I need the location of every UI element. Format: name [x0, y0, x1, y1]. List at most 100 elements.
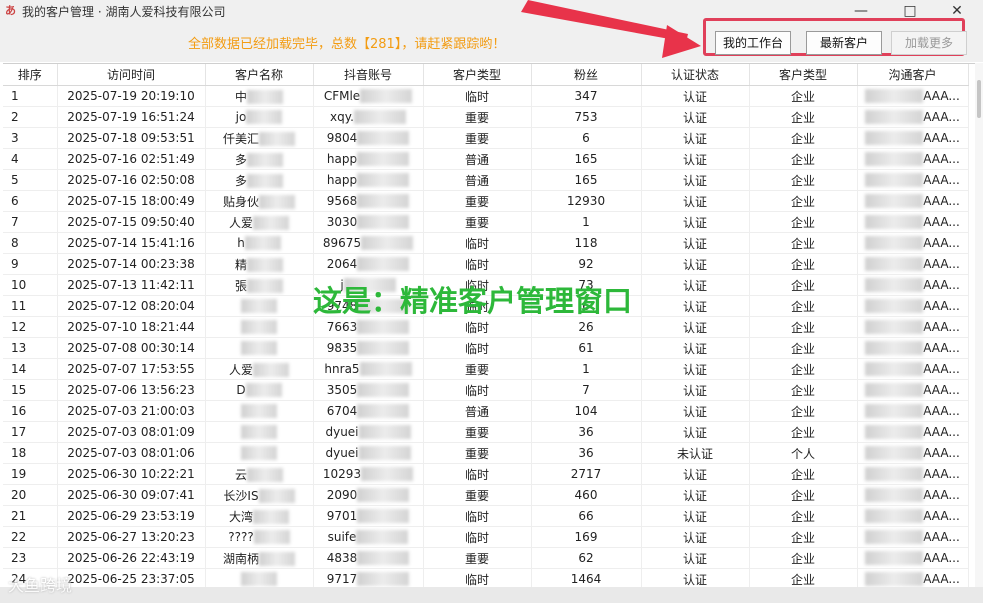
table-cell: 2025-07-15 09:50:40 [57, 211, 206, 233]
column-header[interactable]: 客户名称 [205, 64, 314, 86]
watermark: 大鱼跨境 [8, 576, 73, 595]
table-cell: 1 [531, 211, 642, 233]
table-row[interactable]: 4 2025-07-16 02:51:49 多 happ 普通 165 认证 企业 AAA... [3, 148, 969, 170]
table-row[interactable]: 8 2025-07-14 15:41:16 h 89675 临时 118 认证 企业 AAA..… [3, 232, 969, 254]
table-cell: 10293 [313, 463, 424, 485]
column-header[interactable]: 访问时间 [57, 64, 206, 86]
table-cell: 认证 [641, 106, 750, 128]
redacted-blur [865, 425, 924, 440]
table-cell: 中 [205, 85, 314, 107]
redacted-blur [361, 467, 414, 482]
table-cell: 2025-06-27 13:20:23 [57, 526, 206, 548]
table-row[interactable]: 24 2025-06-25 23:37:05 9717 临时 1464 认证 企业 AAA..… [3, 568, 969, 588]
table-cell: xqy. [313, 106, 424, 128]
table-row[interactable]: 16 2025-07-03 21:00:03 6704 普通 104 认证 企业 AAA... [3, 400, 969, 422]
table-cell: 普通 [423, 400, 532, 422]
table-row[interactable]: 2 2025-07-19 16:51:24 jo xqy. 重要 753 认证 企业 AAA..… [3, 106, 969, 128]
table-cell: 17 [3, 421, 58, 443]
table-cell: AAA... [857, 232, 969, 254]
table-cell: 湖南柄 [205, 547, 314, 569]
redacted-blur [246, 110, 283, 125]
table-cell: 企业 [749, 232, 858, 254]
column-header[interactable]: 客户类型 [423, 64, 532, 86]
load-more-button[interactable]: 加载更多 [891, 31, 967, 55]
redacted-blur [357, 488, 410, 503]
table-cell: 企业 [749, 148, 858, 170]
table-cell: 认证 [641, 463, 750, 485]
table-cell: AAA... [857, 148, 969, 170]
table-row[interactable]: 23 2025-06-26 22:43:19 湖南柄 4838 重要 62 认证 企业 AAA.… [3, 547, 969, 569]
table-row[interactable]: 13 2025-07-08 00:30:14 9835 临时 61 认证 企业 AAA... [3, 337, 969, 359]
table-row[interactable]: 18 2025-07-03 08:01:06 dyuei 重要 36 未认证 个人 AAA..… [3, 442, 969, 464]
table-row[interactable]: 22 2025-06-27 13:20:23???? suife 临时 169 认证 企业 A… [3, 526, 969, 548]
scrollbar-thumb[interactable] [977, 80, 981, 118]
table-cell: 认证 [641, 421, 750, 443]
table-row[interactable]: 5 2025-07-16 02:50:08 多 happ 普通 165 认证 企业 AAA... [3, 169, 969, 191]
table-row[interactable]: 3 2025-07-18 09:53:51 仟美汇 9804 重要 6 认证 企业 AAA... [3, 127, 969, 149]
redacted-blur [357, 509, 410, 524]
table-cell: 重要 [423, 127, 532, 149]
table-row[interactable]: 15 2025-07-06 13:56:23 D 3505 临时 7 认证 企业 AAA... [3, 379, 969, 401]
redacted-blur [357, 572, 410, 587]
table-cell: 多 [205, 169, 314, 191]
table-cell: 15 [3, 379, 58, 401]
table-cell: 认证 [641, 295, 750, 317]
new-customers-button[interactable]: 最新客户 [806, 31, 882, 55]
table-row[interactable]: 14 2025-07-07 17:53:55 人爱 hnra5 重要 1 认证 企业 AAA..… [3, 358, 969, 380]
table-cell: 18 [3, 442, 58, 464]
table-cell: 104 [531, 400, 642, 422]
table-row[interactable]: 6 2025-07-15 18:00:49 贴身伙 9568 重要 12930 认证 企业 AA… [3, 190, 969, 212]
table-cell: 2025-07-10 18:21:44 [57, 316, 206, 338]
vertical-scrollbar[interactable] [975, 63, 983, 603]
table-row[interactable]: 9 2025-07-14 00:23:38 精 2064 临时 92 认证 企业 AAA... [3, 253, 969, 275]
redacted-blur [253, 530, 290, 545]
redacted-blur [247, 153, 283, 167]
redacted-blur [357, 320, 410, 335]
table-cell: 企业 [749, 190, 858, 212]
redacted-blur [253, 363, 289, 377]
table-cell: 2025-07-06 13:56:23 [57, 379, 206, 401]
column-header[interactable]: 抖音账号 [313, 64, 424, 86]
table-row[interactable]: 17 2025-07-03 08:01:09 dyuei 重要 36 认证 企业 AAA... [3, 421, 969, 443]
table-row[interactable]: 7 2025-07-15 09:50:40 人爱 3030 重要 1 认证 企业 AAA... [3, 211, 969, 233]
table-cell: 企业 [749, 295, 858, 317]
column-header[interactable]: 认证状态 [641, 64, 750, 86]
table-row[interactable]: 20 2025-06-30 09:07:41 长沙IS 2090 重要 460 认证 企业 AA… [3, 484, 969, 506]
redacted-blur [357, 152, 410, 167]
table-cell: 企业 [749, 85, 858, 107]
table-cell: 66 [531, 505, 642, 527]
redacted-blur [357, 131, 410, 146]
table-cell: 企业 [749, 400, 858, 422]
table-cell: 认证 [641, 148, 750, 170]
table-header-row: 排序 访问时间 客户名称 抖音账号 客户类型 粉丝 认证状态 客户类型 沟通客户 [3, 64, 969, 86]
column-header[interactable]: 排序 [3, 64, 58, 86]
customer-table: 排序 访问时间 客户名称 抖音账号 客户类型 粉丝 认证状态 客户类型 沟通客户 1 2025-0… [3, 63, 975, 588]
table-row[interactable]: 21 2025-06-29 23:53:19 大湾 9701 临时 66 认证 企业 AAA..… [3, 505, 969, 527]
table-cell [205, 295, 314, 317]
redacted-blur [865, 488, 924, 503]
table-cell: 认证 [641, 253, 750, 275]
table-row[interactable]: 19 2025-06-30 10:22:21 云 10293 临时 2717 认证 企业 AAA… [3, 463, 969, 485]
redacted-blur [241, 299, 277, 314]
table-cell: 长沙IS [205, 484, 314, 506]
redacted-blur [865, 572, 924, 587]
table-cell: 6704 [313, 400, 424, 422]
table-cell: AAA... [857, 505, 969, 527]
table-cell: AAA... [857, 190, 969, 212]
table-cell: 118 [531, 232, 642, 254]
redacted-blur [241, 425, 277, 440]
column-header[interactable]: 客户类型 [749, 64, 858, 86]
redacted-blur [865, 362, 924, 377]
redacted-blur [253, 216, 289, 230]
table-cell: 认证 [641, 190, 750, 212]
table-cell: 460 [531, 484, 642, 506]
table-cell: 认证 [641, 274, 750, 296]
column-header[interactable]: 粉丝 [531, 64, 642, 86]
table-cell: 3030 [313, 211, 424, 233]
table-cell [205, 337, 314, 359]
column-header[interactable]: 沟通客户 [857, 64, 969, 86]
table-row[interactable]: 1 2025-07-19 20:19:10 中 CFMle 临时 347 认证 企业 AAA..… [3, 85, 969, 107]
table-cell: 9 [3, 253, 58, 275]
workbench-button[interactable]: 我的工作台 [715, 31, 791, 55]
table-cell: 临时 [423, 526, 532, 548]
